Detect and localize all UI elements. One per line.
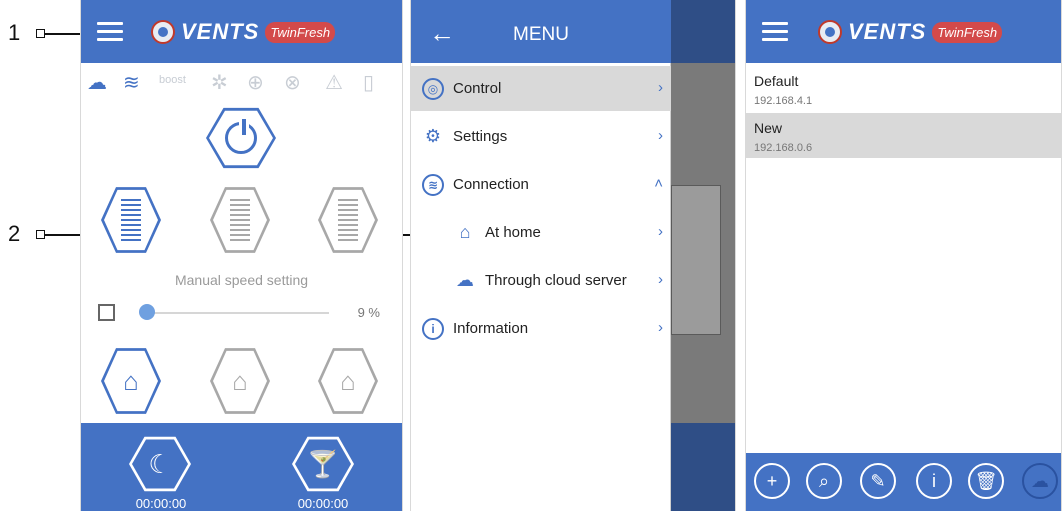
party-timer-button[interactable]: 🍸	[292, 436, 354, 492]
delete-icon[interactable]: 🗑	[968, 463, 1004, 499]
menu-item-connection[interactable]: ≋ Connection ˄	[411, 162, 671, 207]
temperature-icon: ▯	[363, 72, 375, 94]
brand-logo: VENTS TwinFresh	[151, 19, 336, 45]
brand-badge-icon	[151, 20, 175, 44]
manual-speed-label: Manual speed setting	[174, 272, 309, 288]
menu-header: ← MENU	[411, 0, 671, 63]
boost-status: boost	[159, 74, 186, 86]
chevron-right-icon: ›	[658, 223, 663, 240]
brand-logo: VENTS TwinFresh	[818, 19, 1003, 45]
speed-slider-value: 9 %	[357, 305, 380, 320]
menu-icon[interactable]	[97, 22, 123, 42]
ventilation-status-icon: ⊗	[284, 72, 301, 94]
chevron-right-icon: ›	[658, 79, 663, 96]
speed-1-button[interactable]	[101, 187, 161, 253]
party-timer-value: 00:00:00	[297, 496, 349, 511]
settings-icon: ⚙	[424, 126, 442, 146]
status-row: ☁ ≋ boost ✲ ⊕ ⊗ ⚠ ▯	[81, 66, 402, 98]
speed-1-icon	[121, 199, 141, 241]
power-button[interactable]	[206, 107, 276, 169]
speed-3-button[interactable]	[318, 187, 378, 253]
callout-1-square	[36, 29, 45, 38]
main-control-screen: VENTS TwinFresh ☁ ≋ boost ✲ ⊕ ⊗ ⚠ ▯ Manu…	[80, 0, 403, 511]
cocktail-clock-icon: 🍸	[306, 448, 340, 479]
night-timer-button[interactable]: ☾	[129, 436, 191, 492]
wifi-icon: ≋	[123, 72, 140, 94]
speed-slider-thumb[interactable]	[139, 304, 155, 320]
moon-clock-icon: ☾	[148, 448, 172, 479]
chevron-right-icon: ›	[658, 271, 663, 288]
info-icon: i	[422, 317, 444, 340]
menu-title: MENU	[513, 24, 569, 45]
night-timer-value: 00:00:00	[135, 496, 187, 511]
app-bar: VENTS TwinFresh	[81, 0, 402, 63]
cloud-icon[interactable]: ☁	[1022, 463, 1058, 499]
menu-item-settings[interactable]: ⚙ Settings ›	[411, 114, 671, 159]
app-bar: VENTS TwinFresh	[746, 0, 1061, 63]
connection-item-default[interactable]: Default 192.168.4.1	[746, 66, 1061, 111]
filter-status-icon: ⊕	[247, 72, 264, 94]
mode-supply-button[interactable]: ⌂	[318, 348, 378, 414]
house-regen-icon: ⌂	[232, 365, 248, 396]
warning-icon: ⚠	[325, 72, 343, 94]
manual-speed-checkbox[interactable]	[98, 304, 115, 321]
add-icon[interactable]: +	[754, 463, 790, 499]
chevron-right-icon: ›	[658, 127, 663, 144]
menu-item-information[interactable]: i Information ›	[411, 306, 671, 351]
mode-regeneration-button[interactable]: ⌂	[210, 348, 270, 414]
house-supply-icon: ⌂	[340, 365, 356, 396]
cloud-server-icon: ☁	[456, 270, 474, 290]
connection-toolbar: + ⌕ ✎ i 🗑 ☁	[746, 453, 1061, 511]
control-icon: ◎	[422, 77, 444, 100]
speed-slider[interactable]	[141, 312, 329, 314]
speed-3-icon	[338, 199, 358, 241]
menu-icon[interactable]	[762, 22, 788, 42]
menu-screen: ← MENU ◎ Control › ⚙ Settings › ≋ Connec…	[410, 0, 736, 511]
chevron-right-icon: ›	[658, 319, 663, 336]
menu-item-control[interactable]: ◎ Control ›	[411, 66, 671, 111]
edit-icon[interactable]: ✎	[860, 463, 896, 499]
info-icon[interactable]: i	[916, 463, 952, 499]
dimmed-background	[671, 0, 735, 511]
search-icon[interactable]: ⌕	[806, 463, 842, 499]
connection-item-new[interactable]: New 192.168.0.6	[746, 113, 1061, 158]
menu-item-cloud-server[interactable]: ☁ Through cloud server ›	[411, 258, 671, 303]
home-wifi-icon: ⌂	[459, 222, 471, 242]
cloud-link-icon: ☁	[87, 72, 107, 94]
callout-1-line	[45, 33, 83, 35]
navigation-drawer: ← MENU ◎ Control › ⚙ Settings › ≋ Connec…	[411, 0, 671, 511]
speed-2-icon	[230, 199, 250, 241]
fan-status-icon: ✲	[211, 72, 228, 94]
callout-2-square	[36, 230, 45, 239]
callout-2: 2	[8, 221, 21, 246]
mode-ventilation-button[interactable]: ⌂	[101, 348, 161, 414]
house-arrows-icon: ⌂	[123, 365, 139, 396]
menu-item-at-home[interactable]: ⌂ At home ›	[411, 210, 671, 255]
brand-badge-icon	[818, 20, 842, 44]
wifi-icon: ≋	[422, 173, 444, 196]
connection-list-screen: VENTS TwinFresh Default 192.168.4.1 New …	[745, 0, 1062, 511]
speed-2-button[interactable]	[210, 187, 270, 253]
callout-1: 1	[8, 20, 21, 45]
power-icon	[225, 119, 257, 154]
chevron-up-icon: ˄	[654, 175, 663, 192]
